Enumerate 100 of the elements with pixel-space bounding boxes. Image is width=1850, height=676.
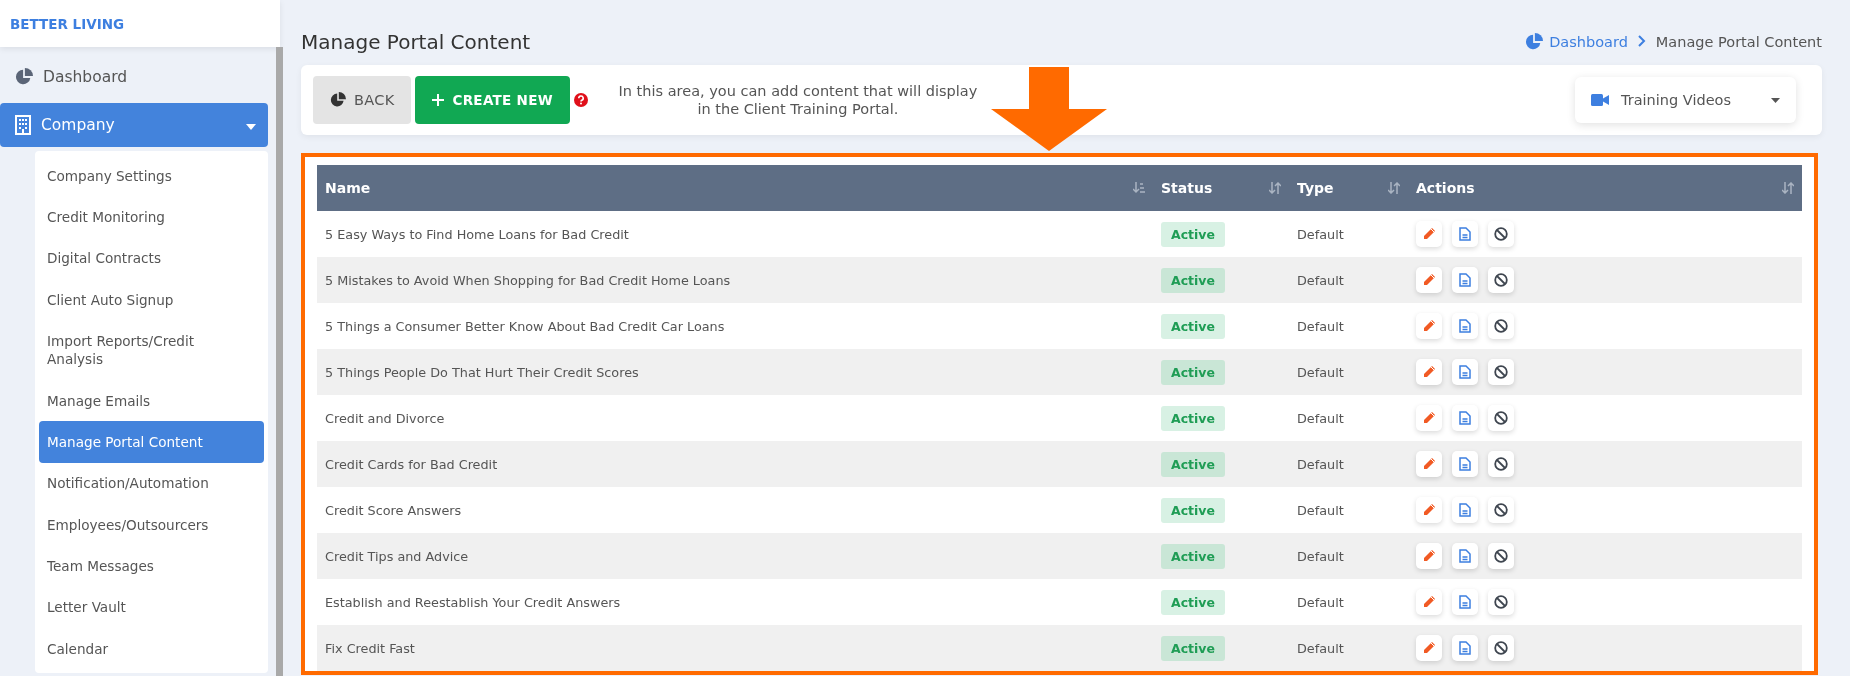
- video-camera-icon: [1591, 94, 1609, 106]
- edit-button[interactable]: [1416, 267, 1442, 293]
- disable-button[interactable]: [1488, 267, 1514, 293]
- edit-button[interactable]: [1416, 543, 1442, 569]
- page-title: Manage Portal Content: [301, 30, 531, 54]
- view-button[interactable]: [1452, 497, 1478, 523]
- disable-button[interactable]: [1488, 451, 1514, 477]
- type-cell: Default: [1289, 625, 1408, 671]
- submenu-item[interactable]: Team Messages: [39, 545, 255, 587]
- edit-button[interactable]: [1416, 405, 1442, 431]
- edit-button[interactable]: [1416, 313, 1442, 339]
- submenu-item[interactable]: Calendar: [39, 628, 255, 670]
- submenu-item[interactable]: Employees/Outsourcers: [39, 504, 255, 546]
- view-button[interactable]: [1452, 405, 1478, 431]
- document-icon: [1459, 503, 1471, 517]
- ban-icon: [1494, 411, 1508, 425]
- disable-button[interactable]: [1488, 313, 1514, 339]
- pencil-icon: [1422, 549, 1436, 563]
- disable-button[interactable]: [1488, 589, 1514, 615]
- view-button[interactable]: [1452, 635, 1478, 661]
- name-cell: 5 Things People Do That Hurt Their Credit Scores: [317, 349, 1153, 395]
- sidebar-item[interactable]: Company: [0, 103, 268, 147]
- description-text: In this area, you can add content that will display in the Client Training Portal.: [617, 81, 978, 119]
- ban-icon: [1494, 319, 1508, 333]
- disable-button[interactable]: [1488, 405, 1514, 431]
- pie-chart-icon: [15, 68, 33, 86]
- content-type-dropdown[interactable]: Training Videos: [1575, 77, 1796, 123]
- ban-icon: [1494, 549, 1508, 563]
- status-badge: Active: [1161, 451, 1225, 477]
- disable-button[interactable]: [1488, 497, 1514, 523]
- ban-icon: [1494, 227, 1508, 241]
- brand-logo[interactable]: BETTER LIVING: [10, 15, 125, 32]
- breadcrumb-link[interactable]: Dashboard: [1525, 33, 1628, 51]
- edit-button[interactable]: [1416, 589, 1442, 615]
- view-button[interactable]: [1452, 589, 1478, 615]
- edit-button[interactable]: [1416, 359, 1442, 385]
- back-button[interactable]: BACK: [313, 76, 412, 124]
- status-badge: Active: [1161, 267, 1225, 293]
- name-cell: Credit Cards for Bad Credit: [317, 441, 1153, 487]
- submenu-item[interactable]: Manage Portal Content: [39, 421, 264, 463]
- document-icon: [1459, 273, 1471, 287]
- sort-icon: [1782, 182, 1794, 194]
- submenu-item[interactable]: Manage Emails: [39, 380, 255, 422]
- type-cell: Default: [1289, 441, 1408, 487]
- document-icon: [1459, 411, 1471, 425]
- status-badge: Active: [1161, 221, 1225, 247]
- building-icon: [15, 115, 31, 135]
- view-button[interactable]: [1452, 359, 1478, 385]
- status-badge: Active: [1161, 497, 1225, 523]
- edit-button[interactable]: [1416, 221, 1442, 247]
- disable-button[interactable]: [1488, 543, 1514, 569]
- sort-icon: [1269, 182, 1281, 194]
- submenu-item[interactable]: Credit Monitoring: [39, 196, 255, 238]
- submenu-item[interactable]: Digital Contracts: [39, 237, 255, 280]
- disable-button[interactable]: [1488, 359, 1514, 385]
- edit-button[interactable]: [1416, 635, 1442, 661]
- edit-button[interactable]: [1416, 451, 1442, 477]
- ban-icon: [1494, 503, 1508, 517]
- type-cell: Default: [1289, 533, 1408, 579]
- column-header[interactable]: Actions: [1408, 165, 1802, 211]
- scrollbar[interactable]: [276, 47, 283, 676]
- submenu-item[interactable]: Import Reports/Credit Analysis: [39, 320, 255, 381]
- disable-button[interactable]: [1488, 221, 1514, 247]
- sort-icon: [1388, 182, 1400, 194]
- pencil-icon: [1422, 227, 1436, 241]
- submenu-item[interactable]: Letter Vault: [39, 586, 255, 629]
- document-icon: [1459, 319, 1471, 333]
- chevron-right-icon: [1637, 35, 1646, 47]
- type-cell: Default: [1289, 211, 1408, 257]
- pie-chart-icon: [1525, 33, 1544, 51]
- view-button[interactable]: [1452, 451, 1478, 477]
- name-cell: Credit Tips and Advice: [317, 533, 1153, 579]
- submenu-item[interactable]: Company Settings: [39, 155, 255, 197]
- pie-chart-icon: [330, 92, 346, 108]
- ban-icon: [1494, 457, 1508, 471]
- name-cell: Credit Score Answers: [317, 487, 1153, 533]
- submenu-item[interactable]: Client Auto Signup: [39, 279, 255, 321]
- submenu-item[interactable]: Notification/Automation: [39, 462, 255, 505]
- ban-icon: [1494, 595, 1508, 609]
- view-button[interactable]: [1452, 313, 1478, 339]
- view-button[interactable]: [1452, 267, 1478, 293]
- disable-button[interactable]: [1488, 635, 1514, 661]
- column-header[interactable]: Status: [1153, 165, 1289, 211]
- breadcrumb-current: Manage Portal Content: [1655, 34, 1822, 50]
- type-cell: Default: [1289, 257, 1408, 303]
- document-icon: [1459, 595, 1471, 609]
- view-button[interactable]: [1452, 221, 1478, 247]
- edit-button[interactable]: [1416, 497, 1442, 523]
- name-cell: 5 Easy Ways to Find Home Loans for Bad Credit: [317, 211, 1153, 257]
- status-badge: Active: [1161, 635, 1225, 661]
- column-header[interactable]: Type: [1289, 165, 1408, 211]
- sidebar-item[interactable]: Dashboard: [0, 55, 268, 99]
- status-badge: Active: [1161, 589, 1225, 615]
- view-button[interactable]: [1452, 543, 1478, 569]
- column-header[interactable]: Name: [317, 165, 1153, 211]
- help-icon[interactable]: [573, 93, 588, 107]
- caret-icon: [1771, 97, 1780, 103]
- status-badge: Active: [1161, 543, 1225, 569]
- pencil-icon: [1422, 457, 1436, 471]
- ban-icon: [1494, 641, 1508, 655]
